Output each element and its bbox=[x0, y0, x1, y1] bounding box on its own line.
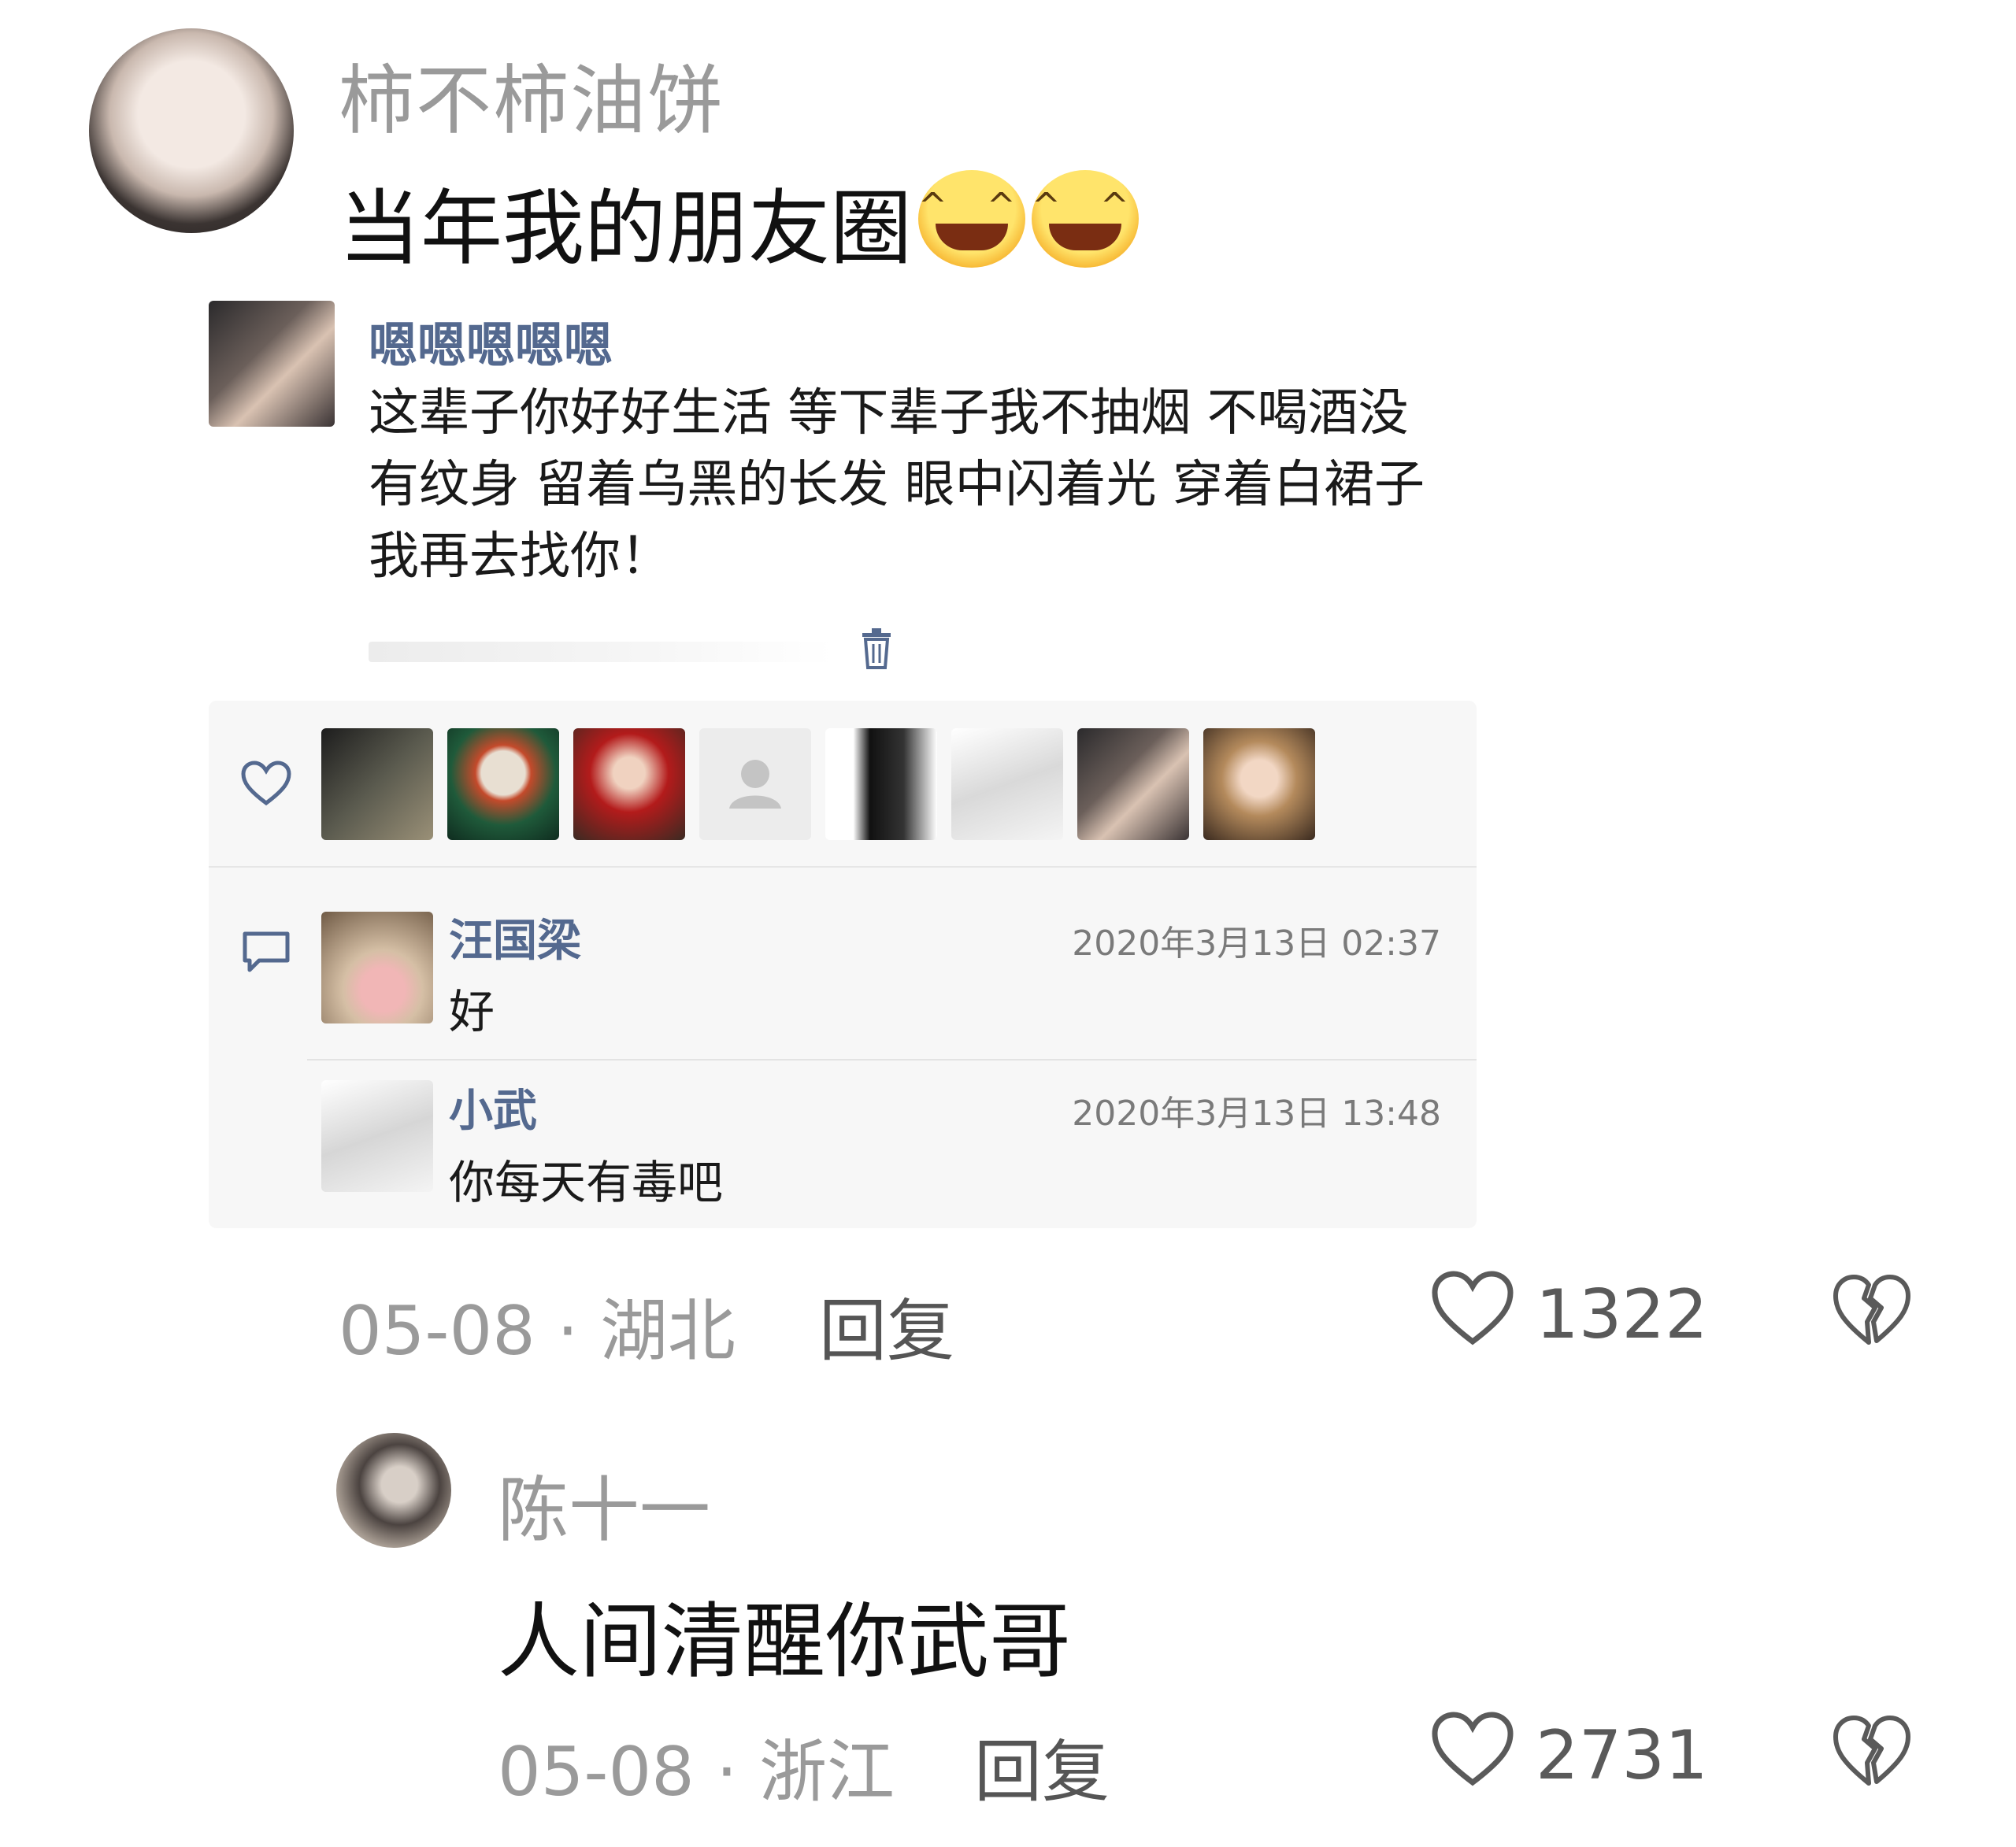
meta-separator: · bbox=[716, 1733, 738, 1812]
dislike-broken-heart-icon[interactable] bbox=[1831, 1271, 1913, 1349]
liker-avatar bbox=[447, 728, 559, 840]
reply-avatar bbox=[321, 1080, 433, 1192]
comment-date: 05-08 bbox=[498, 1733, 695, 1812]
liker-avatar bbox=[321, 728, 433, 840]
grinning-face-icon bbox=[918, 170, 1026, 268]
moment-author-name: 嗯嗯嗯嗯嗯 bbox=[369, 316, 613, 374]
comment-meta: 05-08 · 湖北 bbox=[339, 1275, 736, 1374]
reply-timestamp: 2020年3月13日 02:37 bbox=[1072, 924, 1441, 964]
reply-timestamp: 2020年3月13日 13:48 bbox=[1072, 1094, 1441, 1134]
comment-date: 05-08 bbox=[339, 1292, 536, 1371]
blurred-timestamp bbox=[369, 642, 833, 662]
heart-outline-icon bbox=[241, 761, 291, 806]
comment-meta: 05-08 · 浙江 bbox=[498, 1716, 895, 1815]
moment-body-line: 我再去找你！ bbox=[369, 527, 671, 586]
like-heart-icon[interactable] bbox=[1429, 1710, 1516, 1789]
person-silhouette-icon bbox=[729, 760, 781, 809]
liker-avatar bbox=[951, 728, 1063, 840]
comment-location: 浙江 bbox=[758, 1733, 895, 1812]
moment-body-line: 这辈子你好好生活 等下辈子我不抽烟 不喝酒没 bbox=[369, 384, 1409, 442]
panel-divider bbox=[209, 866, 1477, 868]
grinning-face-icon bbox=[1032, 170, 1140, 268]
commenter-username[interactable]: 柿不柿油饼 bbox=[339, 39, 724, 149]
reply-author-name: 小武 bbox=[449, 1086, 537, 1137]
comment-text: 人间清醒你武哥 bbox=[498, 1593, 1072, 1690]
reply-author-name: 汪国梁 bbox=[449, 916, 581, 967]
reply-divider bbox=[307, 1059, 1477, 1060]
commenter-username[interactable]: 陈十一 bbox=[498, 1453, 710, 1555]
dislike-broken-heart-icon[interactable] bbox=[1831, 1712, 1913, 1790]
trash-icon bbox=[862, 628, 891, 669]
reply-button[interactable]: 回复 bbox=[974, 1716, 1110, 1815]
liker-avatar bbox=[1203, 728, 1315, 840]
reply-avatar bbox=[321, 912, 433, 1023]
liker-avatar bbox=[825, 728, 937, 840]
comment-text: 当年我的朋友圈 bbox=[339, 161, 1140, 280]
like-count: 2731 bbox=[1536, 1716, 1708, 1795]
like-heart-icon[interactable] bbox=[1429, 1269, 1516, 1348]
liker-avatar bbox=[573, 728, 685, 840]
meta-separator: · bbox=[557, 1292, 579, 1371]
commenter-avatar[interactable] bbox=[336, 1433, 451, 1548]
comment-text-content: 当年我的朋友圈 bbox=[339, 180, 913, 276]
reply-button[interactable]: 回复 bbox=[819, 1275, 954, 1374]
default-avatar-icon bbox=[699, 728, 811, 840]
comment-location: 湖北 bbox=[599, 1292, 736, 1371]
like-count: 1322 bbox=[1536, 1275, 1708, 1354]
comment-bubble-icon bbox=[243, 931, 290, 972]
commenter-avatar[interactable] bbox=[89, 28, 294, 233]
reply-text: 好 bbox=[449, 985, 495, 1038]
moment-body: 这辈子你好好生活 等下辈子我不抽烟 不喝酒没 有纹身 留着乌黑的长发 眼中闪着光… bbox=[369, 378, 1471, 593]
liker-avatar bbox=[1077, 728, 1189, 840]
reply-text: 你每天有毒吧 bbox=[449, 1156, 724, 1209]
moment-body-line: 有纹身 留着乌黑的长发 眼中闪着光 穿着白裙子 bbox=[369, 456, 1425, 514]
moment-author-avatar bbox=[209, 301, 335, 427]
